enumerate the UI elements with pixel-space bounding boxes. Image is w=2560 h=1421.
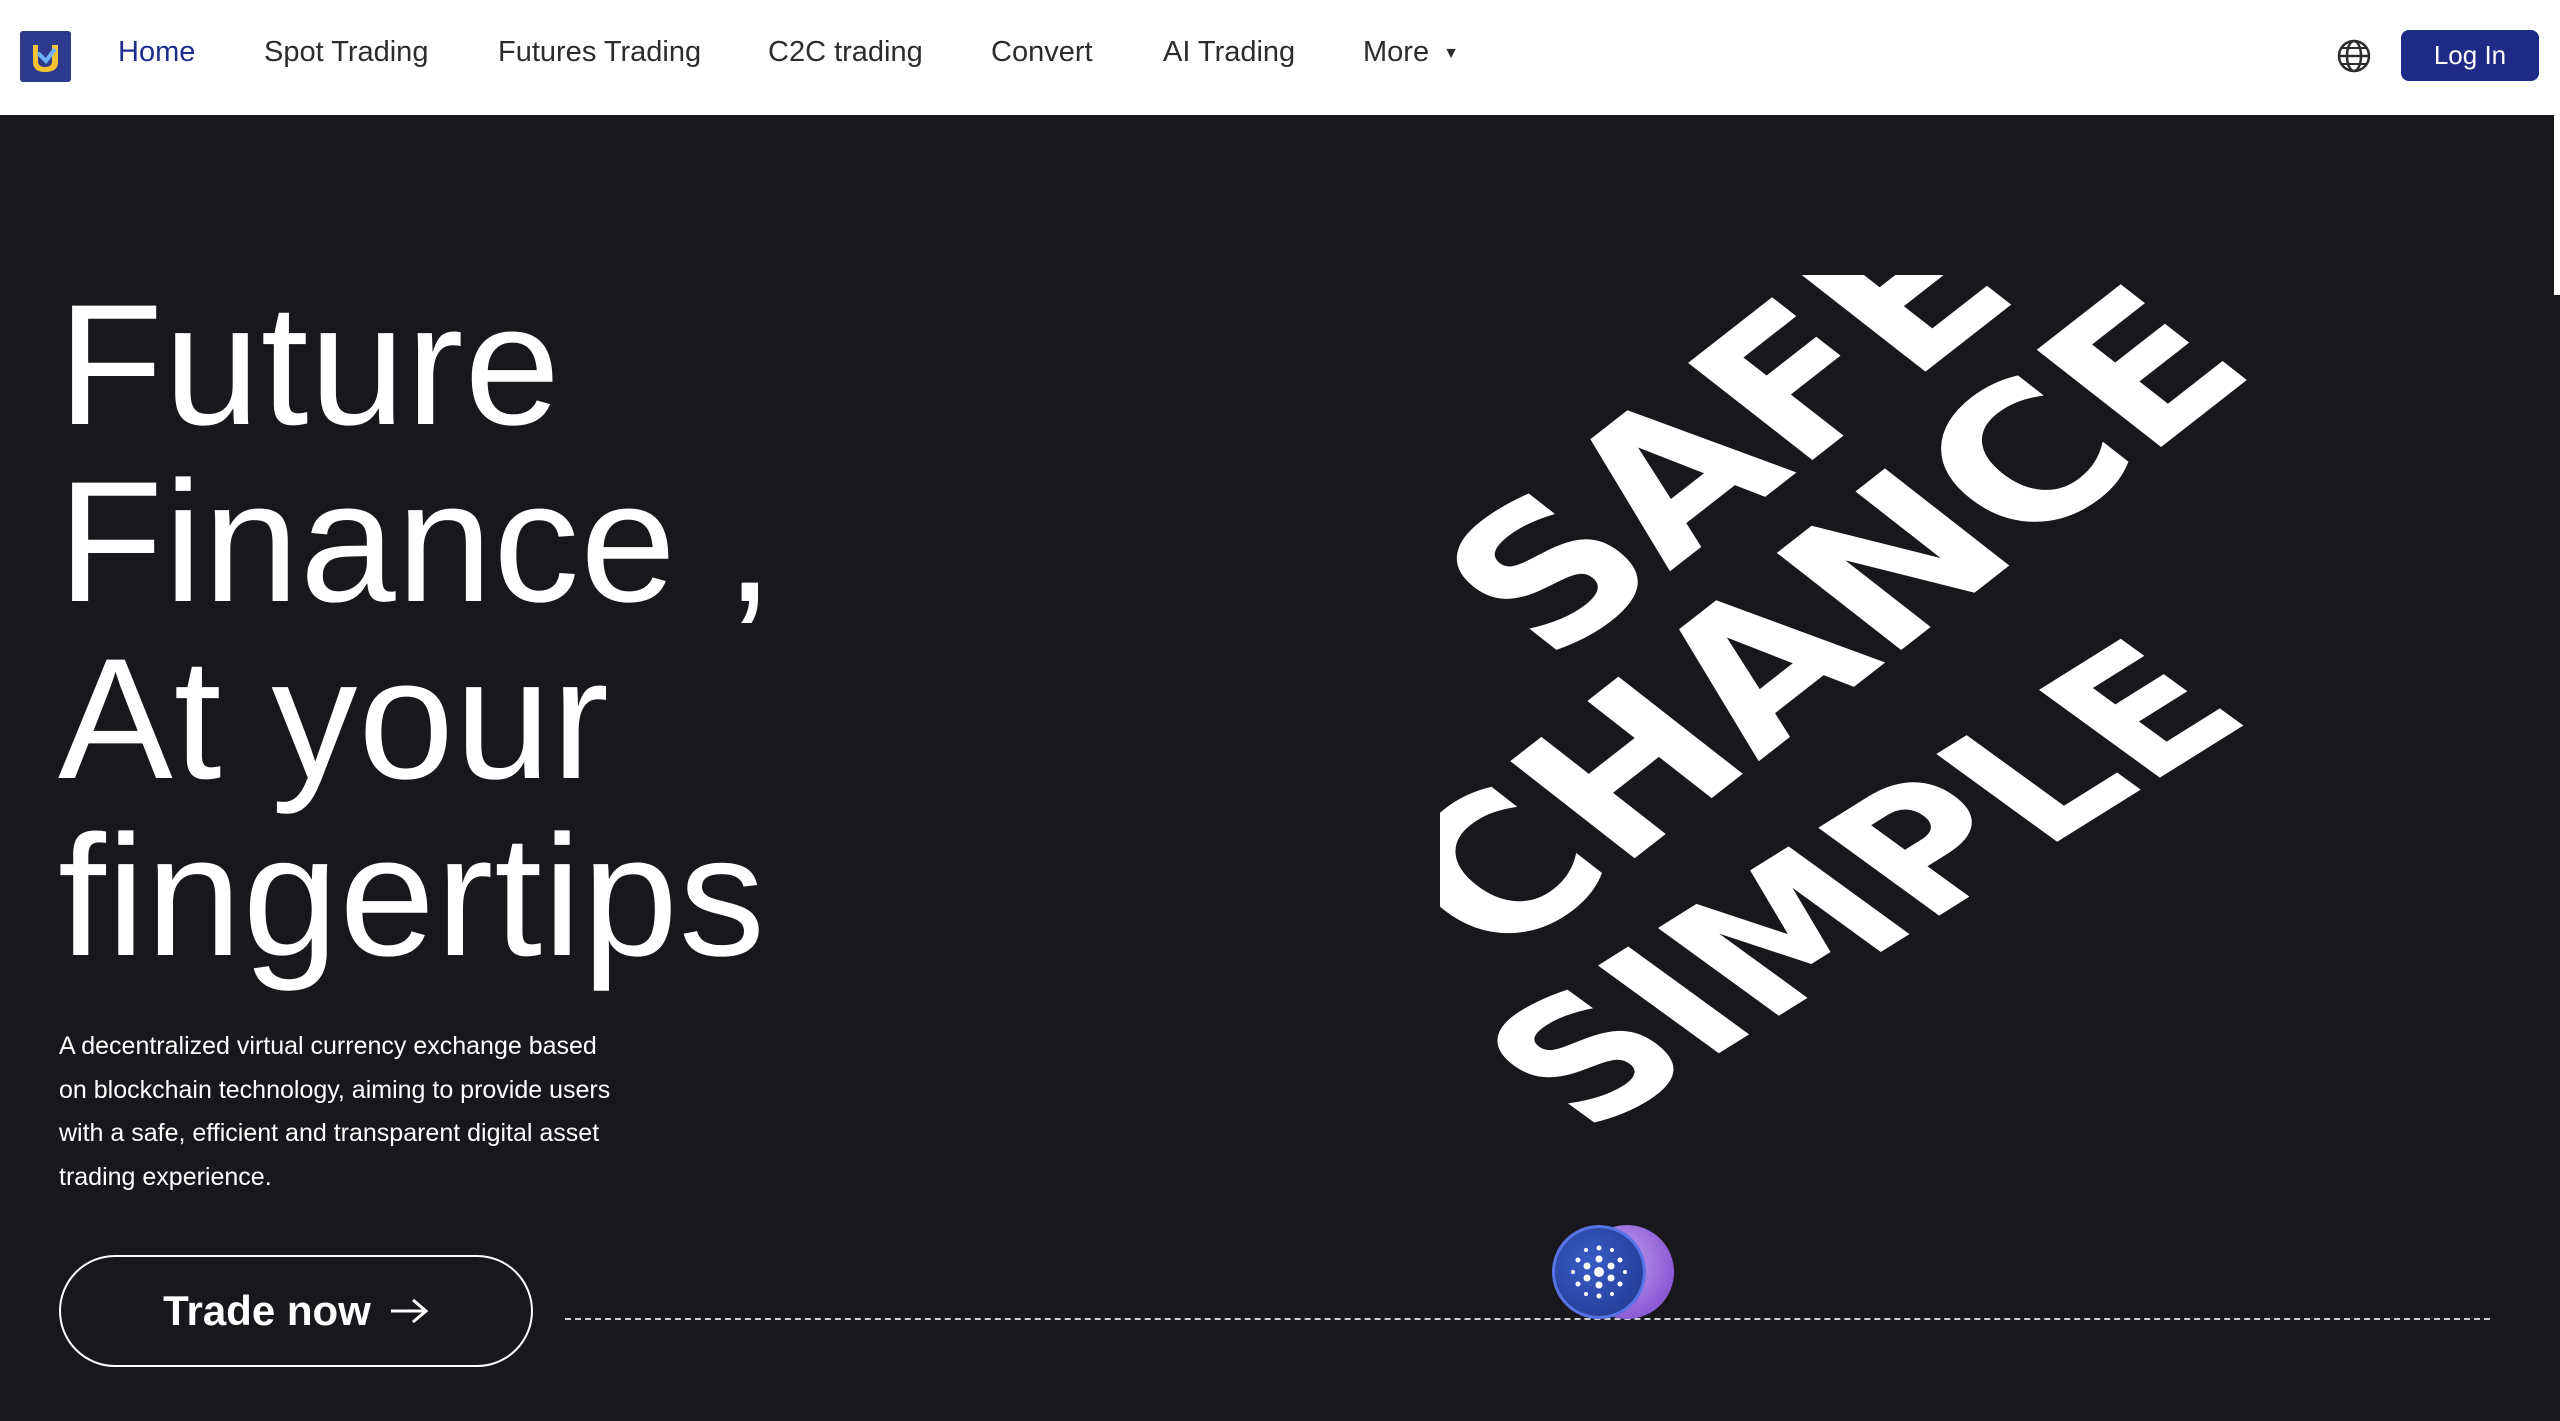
nav-futures-trading[interactable]: Futures Trading bbox=[498, 36, 701, 69]
nav-home[interactable]: Home bbox=[118, 36, 195, 69]
nav-c2c-trading[interactable]: C2C trading bbox=[768, 36, 923, 69]
nav-convert[interactable]: Convert bbox=[991, 36, 1093, 69]
nav-more-label: More bbox=[1363, 36, 1430, 68]
scrollbar-thumb[interactable] bbox=[2554, 115, 2560, 295]
chevron-down-icon: ▼ bbox=[1443, 45, 1459, 62]
trade-now-label: Trade now bbox=[163, 1287, 371, 1334]
arrow-right-icon bbox=[390, 1298, 429, 1324]
coin-stack-icon bbox=[1552, 1225, 1677, 1325]
trade-now-button[interactable]: Trade now bbox=[59, 1255, 533, 1367]
nav-ai-trading[interactable]: AI Trading bbox=[1163, 36, 1295, 69]
login-button[interactable]: Log In bbox=[2401, 30, 2539, 81]
hero-tagline: A decentralized virtual currency exchang… bbox=[59, 1032, 611, 1191]
hero-section: Future Finance , At your fingertips A de… bbox=[0, 115, 2560, 1421]
timeline-divider bbox=[565, 1318, 2490, 1320]
top-navbar: Home Spot Trading Futures Trading C2C tr… bbox=[0, 0, 2560, 115]
cardano-coin-icon bbox=[1552, 1225, 1646, 1319]
safe-chance-simple-graphic: SAFE CHANCE SIMPLE bbox=[1440, 275, 2300, 1135]
exchange-logo[interactable] bbox=[20, 31, 71, 82]
headline-line: fingertips bbox=[58, 800, 766, 992]
nav-spot-trading[interactable]: Spot Trading bbox=[264, 36, 428, 69]
headline-line: Future bbox=[58, 269, 562, 461]
headline-line: Finance , bbox=[58, 446, 775, 638]
globe-icon[interactable] bbox=[2336, 38, 2372, 74]
hero-headline: Future Finance , At your fingertips bbox=[58, 277, 774, 985]
headline-line: At your bbox=[58, 623, 610, 815]
nav-more[interactable]: More ▼ bbox=[1363, 36, 1459, 69]
